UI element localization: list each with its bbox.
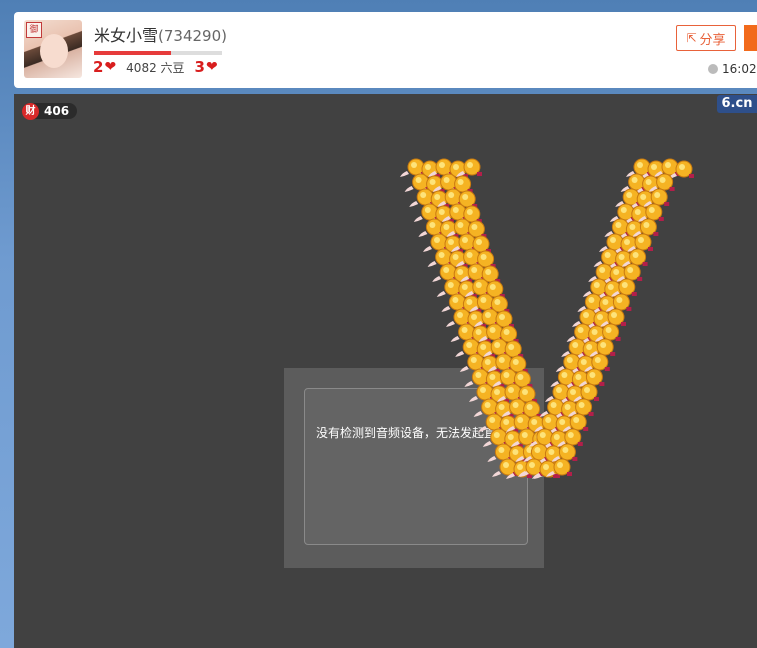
- follow-button[interactable]: [744, 25, 757, 51]
- anchor-stats: 2 ❤ 4082 六豆 3 ❤: [93, 58, 218, 76]
- room-header: 御 米女小雪(734290) 2 ❤ 4082 六豆 3 ❤ ⇱ 分享 16:02: [14, 12, 757, 88]
- fan-level: 3 ❤: [195, 58, 218, 76]
- anchor-level-number: 2: [93, 58, 104, 76]
- heart-icon: ❤: [104, 59, 117, 75]
- level-progress-fill: [94, 51, 171, 55]
- gift-v-animation: [400, 158, 694, 479]
- clock-icon: [708, 64, 718, 74]
- avatar-face: [40, 34, 68, 68]
- time-text: 16:02: [722, 62, 757, 76]
- beans-count: 4082 六豆: [126, 60, 185, 75]
- anchor-name-text: 米女小雪: [94, 26, 159, 45]
- fan-level-number: 3: [194, 58, 205, 76]
- avatar-badge: 御: [26, 22, 42, 38]
- level-progress-bar: [94, 51, 222, 55]
- share-button[interactable]: ⇱ 分享: [676, 25, 736, 51]
- anchor-level: 2 ❤: [93, 58, 116, 76]
- heart-icon: ❤: [205, 59, 218, 75]
- room-id: (734290): [158, 27, 227, 45]
- share-label: 分享: [699, 32, 726, 48]
- broadcast-time: 16:02: [708, 62, 757, 76]
- anchor-name: 米女小雪(734290): [94, 22, 227, 46]
- share-icon: ⇱: [686, 31, 697, 45]
- video-stage: 财 406 6.cn 没有检测到音频设备，无法发起直播: [14, 94, 757, 648]
- anchor-avatar[interactable]: 御: [24, 20, 82, 78]
